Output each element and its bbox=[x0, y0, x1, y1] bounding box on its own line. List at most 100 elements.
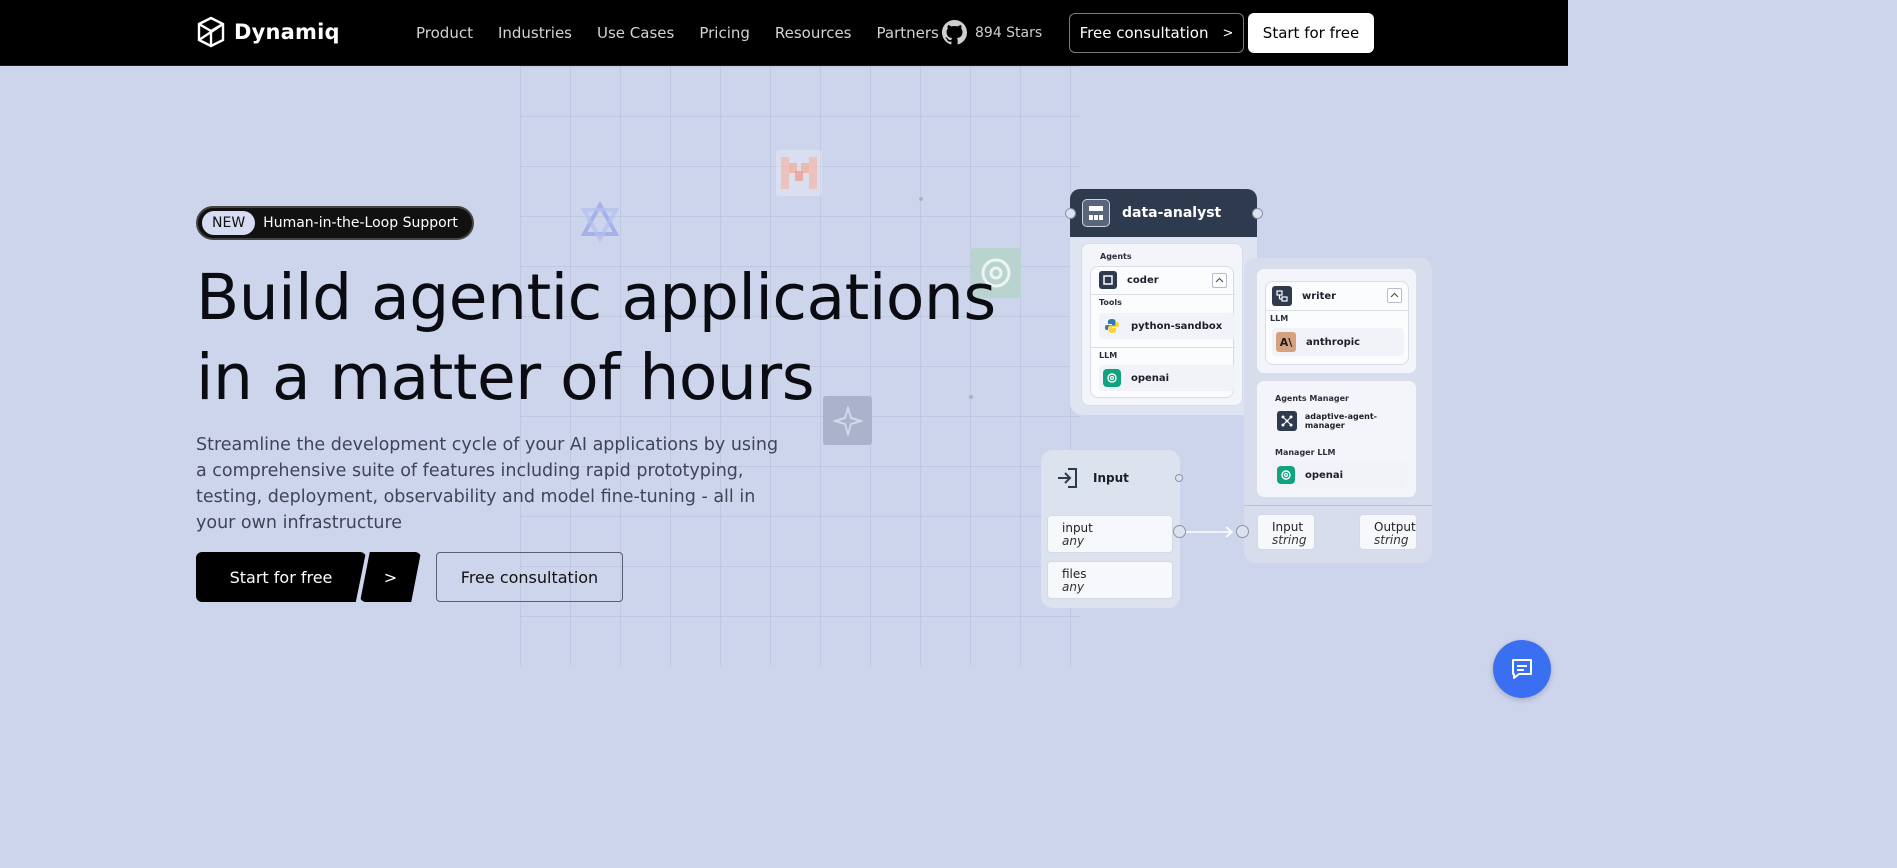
writer-label: writer bbox=[1302, 290, 1337, 302]
divider bbox=[1266, 310, 1410, 311]
data-analyst-body: Agents coder Tools python-sandbox LLM op… bbox=[1081, 243, 1243, 406]
input-node-title: Input bbox=[1093, 471, 1129, 485]
data-analyst-title: data-analyst bbox=[1122, 205, 1222, 221]
connector-arrow bbox=[1186, 526, 1234, 538]
chevron-right-icon: > bbox=[1222, 25, 1234, 41]
free-consultation-button[interactable]: Free consultation > bbox=[1069, 13, 1244, 53]
port-left[interactable] bbox=[1065, 208, 1076, 219]
start-for-free-button[interactable]: Start for free bbox=[1248, 13, 1374, 53]
manager-openai-row: openai bbox=[1271, 461, 1407, 489]
adaptive-agent-manager-row: adaptive-agent-manager bbox=[1277, 411, 1416, 431]
github-stars-link[interactable]: 894 Stars bbox=[942, 20, 1042, 45]
divider bbox=[1091, 347, 1235, 348]
hero-start-label: Start for free bbox=[229, 567, 333, 587]
top-navbar: Dynamiq Product Industries Use Cases Pri… bbox=[0, 0, 1568, 66]
hero-start-for-free-button[interactable]: Start for free bbox=[196, 552, 366, 602]
workflow-icon bbox=[1272, 286, 1292, 306]
hierarchy-icon bbox=[1082, 199, 1110, 227]
anthropic-icon: A\ bbox=[1276, 332, 1296, 352]
writer-box: writer LLM A\ anthropic bbox=[1265, 281, 1410, 365]
io-input-label: Input bbox=[1272, 520, 1304, 534]
tools-label: Tools bbox=[1099, 298, 1122, 307]
port-right[interactable] bbox=[1175, 474, 1183, 482]
io-output-label: Output bbox=[1374, 520, 1416, 534]
python-icon bbox=[1103, 317, 1121, 335]
collapse-icon[interactable] bbox=[1387, 288, 1402, 303]
nav-use-cases[interactable]: Use Cases bbox=[597, 24, 674, 42]
manager-llm-label: Manager LLM bbox=[1275, 448, 1336, 457]
nav-pricing[interactable]: Pricing bbox=[699, 24, 750, 42]
network-icon bbox=[1277, 411, 1297, 431]
grid-dot bbox=[919, 197, 923, 201]
anthropic-row: A\ anthropic bbox=[1272, 328, 1404, 356]
hero-arrow-button[interactable]: > bbox=[360, 552, 421, 602]
divider bbox=[1091, 294, 1235, 295]
io-output-type: string bbox=[1374, 533, 1409, 547]
sign-in-icon bbox=[1058, 468, 1077, 488]
connector-port-in[interactable] bbox=[1236, 525, 1249, 538]
adaptive-agent-manager-label: adaptive-agent-manager bbox=[1304, 412, 1377, 430]
headline-line-2: in a matter of hours bbox=[196, 341, 815, 414]
logo[interactable]: Dynamiq bbox=[196, 16, 340, 48]
input-field-files[interactable]: files any bbox=[1047, 561, 1173, 599]
coder-agent-box[interactable]: coder Tools python-sandbox LLM openai bbox=[1090, 266, 1235, 398]
connector-port-out[interactable] bbox=[1173, 525, 1186, 538]
io-output-box[interactable]: Output string bbox=[1359, 514, 1417, 550]
python-sandbox-label: python-sandbox bbox=[1131, 320, 1223, 332]
io-divider bbox=[1244, 505, 1432, 506]
dynamiq-cube-icon bbox=[197, 16, 225, 48]
agents-manager-label: Agents Manager bbox=[1275, 394, 1349, 403]
io-input-box[interactable]: Input string bbox=[1257, 514, 1315, 550]
input-field-type: any bbox=[1062, 534, 1085, 548]
manager-openai-label: openai bbox=[1305, 469, 1344, 481]
free-consultation-label: Free consultation bbox=[1079, 24, 1209, 42]
python-sandbox-row: python-sandbox bbox=[1099, 313, 1235, 339]
writer-row: writer bbox=[1272, 286, 1336, 306]
hero-headline: Build agentic applications in a matter o… bbox=[196, 258, 996, 418]
chevron-right-icon: > bbox=[383, 567, 398, 587]
hero-description: Streamline the development cycle of your… bbox=[196, 435, 779, 533]
agents-label: Agents bbox=[1100, 252, 1132, 261]
coder-label: coder bbox=[1127, 274, 1159, 286]
openai-icon bbox=[1103, 369, 1121, 387]
chat-widget-button[interactable] bbox=[1493, 640, 1551, 698]
new-tag: NEW bbox=[202, 211, 256, 235]
triangle-knot-icon bbox=[580, 201, 620, 243]
nav-resources[interactable]: Resources bbox=[775, 24, 852, 42]
main-nav: Product Industries Use Cases Pricing Res… bbox=[416, 0, 964, 66]
openai-row: openai bbox=[1099, 365, 1235, 391]
announcement-text: Human-in-the-Loop Support bbox=[263, 215, 458, 231]
hero-consult-label: Free consultation bbox=[460, 567, 599, 587]
port-right[interactable] bbox=[1252, 208, 1263, 219]
chip-icon bbox=[1099, 271, 1117, 289]
io-input-type: string bbox=[1272, 533, 1307, 547]
mistral-m-icon bbox=[781, 157, 817, 189]
openai-icon bbox=[1277, 466, 1295, 484]
logo-text: Dynamiq bbox=[234, 20, 340, 44]
perplexity-logo-icon bbox=[578, 200, 622, 244]
chat-bubble-icon bbox=[1512, 659, 1532, 679]
nav-partners[interactable]: Partners bbox=[877, 24, 939, 42]
files-field-name: files bbox=[1062, 567, 1087, 581]
nav-industries[interactable]: Industries bbox=[498, 24, 572, 42]
input-node-header[interactable]: Input bbox=[1041, 450, 1180, 506]
hero-free-consultation-button[interactable]: Free consultation bbox=[436, 552, 623, 602]
headline-line-1: Build agentic applications bbox=[196, 261, 996, 334]
announcement-badge[interactable]: NEW Human-in-the-Loop Support bbox=[196, 206, 474, 240]
writer-llm-label: LLM bbox=[1270, 314, 1289, 323]
agents-manager-card[interactable]: Agents Manager adaptive-agent-manager Ma… bbox=[1256, 380, 1417, 498]
github-icon bbox=[942, 20, 967, 45]
coder-row: coder bbox=[1099, 271, 1159, 289]
writer-card[interactable]: writer LLM A\ anthropic bbox=[1256, 268, 1417, 374]
start-for-free-label: Start for free bbox=[1262, 24, 1360, 42]
collapse-icon[interactable] bbox=[1212, 273, 1227, 288]
input-field-name: input bbox=[1062, 521, 1093, 535]
llm-label: LLM bbox=[1099, 351, 1118, 360]
input-field-input[interactable]: input any bbox=[1047, 515, 1173, 553]
files-field-type: any bbox=[1062, 580, 1085, 594]
anthropic-label: anthropic bbox=[1306, 336, 1361, 348]
nav-product[interactable]: Product bbox=[416, 24, 473, 42]
data-analyst-header[interactable]: data-analyst bbox=[1070, 189, 1257, 237]
openai-label: openai bbox=[1131, 372, 1170, 384]
mistral-logo-icon bbox=[776, 150, 822, 196]
